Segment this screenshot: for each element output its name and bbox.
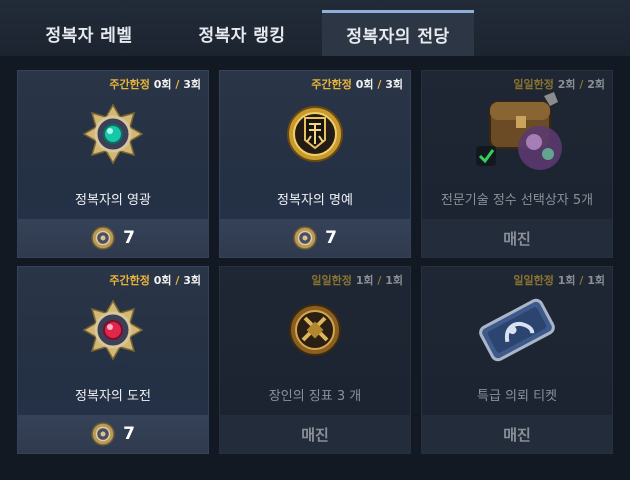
buy-button[interactable]: 7 — [220, 219, 410, 257]
price-amount: 7 — [123, 424, 135, 444]
item-name: 전문기술 정수 선택상자 5개 — [440, 193, 594, 208]
emerald-medal-icon — [82, 103, 144, 165]
buy-button[interactable]: 7 — [18, 219, 208, 257]
shop-item-conqueror-challenge[interactable]: 주간한정 0회 / 3회 정복자의 도전 7 — [17, 266, 209, 454]
buy-button-disabled[interactable]: 매진 — [220, 415, 410, 453]
price-amount: 7 — [325, 228, 337, 248]
tab-bar: 정복자 레벨 정복자 랭킹 정복자의 전당 — [0, 0, 630, 56]
conqueror-coin-icon — [293, 226, 317, 250]
sold-out-label: 매진 — [503, 229, 531, 248]
shop-item-craftsman-token[interactable]: 일일한정 1회 / 1회 장인의 징표 3 개 매진 — [219, 266, 411, 454]
tab-conqueror-hall[interactable]: 정복자의 전당 — [322, 10, 474, 56]
item-name: 정복자의 명예 — [277, 193, 353, 208]
craftsman-token-icon — [289, 304, 341, 356]
price-amount: 7 — [123, 228, 135, 248]
item-grid: 주간한정 0회 / 3회 정복자의 영광 7 주간한정 0회 / 3회 정복자의… — [0, 56, 630, 480]
ruby-medal-icon — [82, 299, 144, 361]
tab-conqueror-ranking[interactable]: 정복자 랭킹 — [167, 10, 317, 56]
sold-out-label: 매진 — [503, 425, 531, 444]
buy-button-disabled[interactable]: 매진 — [422, 219, 612, 257]
tab-label: 정복자 레벨 — [45, 25, 133, 46]
item-name: 정복자의 도전 — [75, 389, 151, 404]
request-ticket-icon — [479, 298, 555, 362]
tab-conqueror-level[interactable]: 정복자 레벨 — [14, 10, 164, 56]
shop-item-conqueror-glory[interactable]: 주간한정 0회 / 3회 정복자의 영광 7 — [17, 70, 209, 258]
treasure-chest-icon — [476, 92, 562, 170]
shop-item-essence-box[interactable]: 일일한정 2회 / 2회 전문기술 정수 선택상자 5개 매진 — [421, 70, 613, 258]
buy-button-disabled[interactable]: 매진 — [422, 415, 612, 453]
shop-item-conqueror-honor[interactable]: 주간한정 0회 / 3회 정복자의 명예 7 — [219, 70, 411, 258]
conqueror-coin-icon — [91, 422, 115, 446]
tab-label: 정복자 랭킹 — [198, 25, 286, 46]
tab-label: 정복자의 전당 — [346, 27, 450, 47]
shop-item-request-ticket[interactable]: 일일한정 1회 / 1회 특급 의뢰 티켓 매진 — [421, 266, 613, 454]
item-name: 특급 의뢰 티켓 — [476, 389, 558, 404]
conqueror-coin-icon — [91, 226, 115, 250]
item-name: 정복자의 영광 — [75, 193, 151, 208]
buy-button[interactable]: 7 — [18, 415, 208, 453]
sold-out-label: 매진 — [301, 425, 329, 444]
item-name: 장인의 징표 3 개 — [268, 389, 362, 404]
golden-banner-medal-icon — [287, 106, 343, 162]
